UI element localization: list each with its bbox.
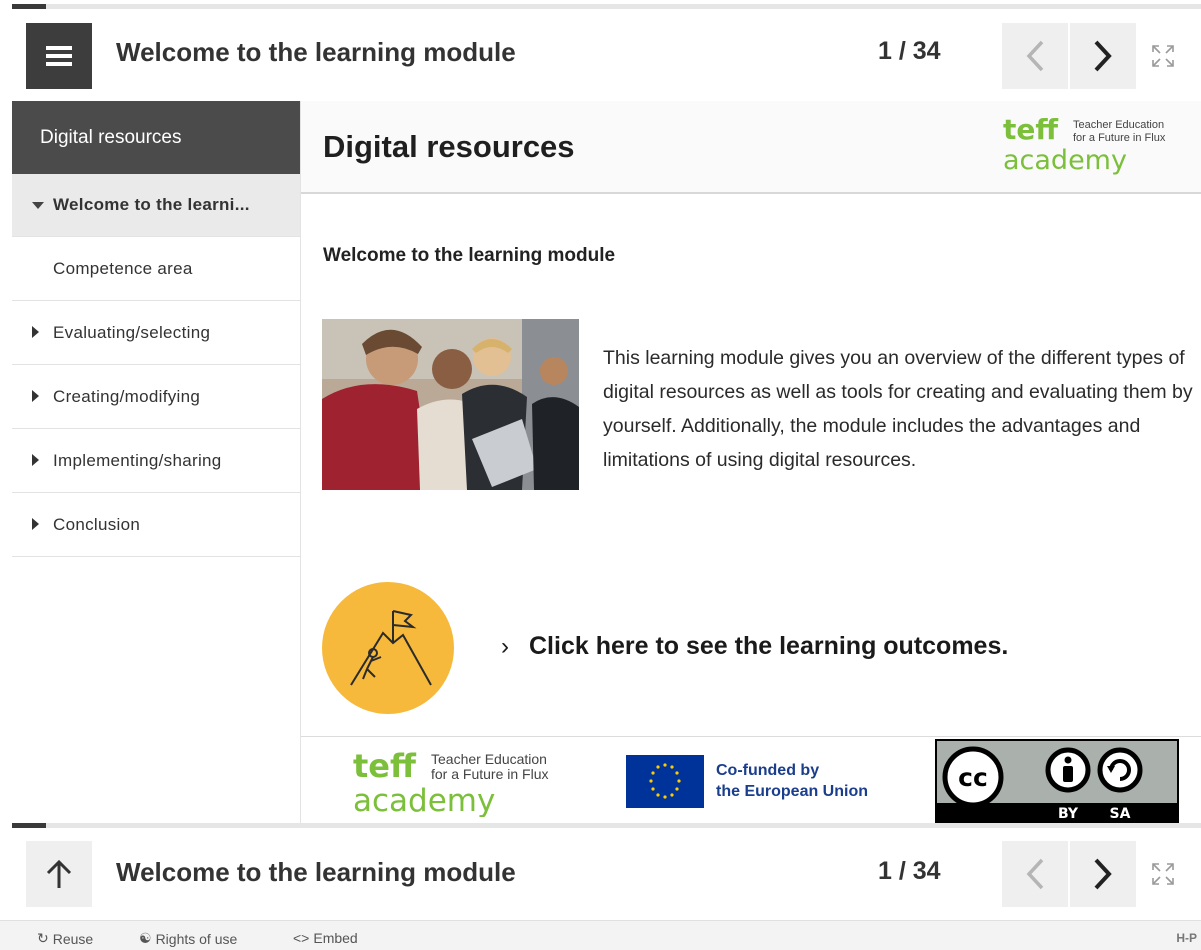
- main-content: Digital resources teff Teacher Education…: [301, 101, 1201, 823]
- next-page-button[interactable]: [1070, 23, 1136, 89]
- svg-text:Teacher Education: Teacher Education: [1073, 119, 1164, 131]
- bottom-navigation-bar: Welcome to the learning module 1 / 34: [12, 823, 1201, 920]
- sidebar-heading[interactable]: Digital resources: [12, 101, 300, 174]
- scroll-to-top-button[interactable]: [26, 841, 92, 907]
- sidebar-item-label: Welcome to the learni...: [53, 195, 250, 214]
- svg-text:cc: cc: [958, 763, 988, 792]
- rights-label: Rights of use: [155, 930, 238, 947]
- svg-text:for a Future in Flux: for a Future in Flux: [1073, 132, 1166, 144]
- sidebar-item-evaluating[interactable]: Evaluating/selecting: [12, 301, 300, 365]
- triangle-right-icon: [32, 451, 46, 471]
- previous-page-button[interactable]: [1002, 23, 1068, 89]
- progress-track: [12, 823, 1201, 828]
- partner-logos: teff Teacher Education for a Future in F…: [301, 736, 1201, 823]
- arrow-up-icon: [46, 859, 72, 888]
- teff-academy-footer-logo: teff Teacher Education for a Future in F…: [353, 745, 593, 819]
- learning-outcomes-label: Click here to see the learning outcomes.: [529, 632, 1009, 660]
- fullscreen-icon: [1152, 45, 1174, 67]
- sidebar-item-implementing[interactable]: Implementing/sharing: [12, 429, 300, 493]
- sidebar-item-label: Implementing/sharing: [53, 450, 222, 470]
- progress-fill: [12, 823, 47, 828]
- fullscreen-button[interactable]: [1138, 841, 1188, 907]
- chevron-right-icon: ›: [501, 633, 509, 660]
- top-navigation-bar: Welcome to the learning module 1 / 34: [12, 0, 1201, 101]
- sidebar-item-label: Evaluating/selecting: [53, 322, 211, 342]
- chevron-left-icon: [1026, 858, 1044, 890]
- sidebar-item-label: Competence area: [53, 258, 193, 278]
- section-heading: Welcome to the learning module: [323, 245, 616, 266]
- footer-page-counter: 1 / 34: [878, 857, 941, 885]
- learning-outcomes-link[interactable]: › Click here to see the learning outcomes…: [501, 632, 1008, 661]
- triangle-right-icon: [32, 387, 46, 407]
- rights-icon: ☯: [139, 930, 152, 946]
- chapter-header: Digital resources teff Teacher Education…: [301, 101, 1201, 194]
- eu-flag-icon: [626, 755, 704, 808]
- reuse-label: Reuse: [52, 930, 94, 947]
- sidebar-item-label: Conclusion: [53, 514, 141, 534]
- menu-button[interactable]: [26, 23, 92, 89]
- chapter-title: Digital resources: [323, 129, 575, 164]
- sidebar-item-conclusion[interactable]: Conclusion: [12, 493, 300, 557]
- previous-page-button[interactable]: [1002, 841, 1068, 907]
- triangle-right-icon: [32, 323, 46, 343]
- sidebar-item-label: Creating/modifying: [53, 386, 201, 406]
- menu-icon: [46, 46, 72, 66]
- progress-fill: [12, 4, 47, 9]
- svg-text:academy: academy: [1003, 145, 1127, 176]
- footer-page-title: Welcome to the learning module: [116, 857, 516, 887]
- svg-text:SA: SA: [1110, 806, 1131, 822]
- chevron-right-icon: [1094, 858, 1112, 890]
- embed-label: Embed: [313, 930, 358, 946]
- teff-academy-logo: teff Teacher Education for a Future in F…: [1001, 111, 1191, 177]
- eu-text-line1: Co-funded by: [716, 762, 820, 779]
- fullscreen-button[interactable]: [1138, 23, 1188, 89]
- triangle-right-icon: [32, 515, 46, 535]
- rights-of-use-action[interactable]: ☯ Rights of use: [139, 930, 237, 947]
- eu-cofunded-logo: Co-funded by the European Union: [626, 755, 926, 811]
- reuse-icon: ↻: [37, 930, 49, 946]
- eu-text-line2: the European Union: [716, 783, 868, 800]
- reuse-action[interactable]: ↻ Reuse: [37, 930, 93, 947]
- eu-cofunded-text: Co-funded by the European Union: [716, 760, 868, 802]
- triangle-down-icon: [32, 195, 46, 215]
- intro-paragraph: This learning module gives you an overvi…: [603, 347, 1193, 471]
- fullscreen-icon: [1152, 863, 1174, 885]
- cc-by-sa-license-badge: cc BY SA: [935, 739, 1179, 823]
- page-counter: 1 / 34: [878, 37, 941, 65]
- sidebar-item-welcome[interactable]: Welcome to the learni...: [12, 174, 300, 237]
- table-of-contents-sidebar: Digital resources Welcome to the learni.…: [12, 101, 301, 823]
- svg-text:academy: academy: [353, 783, 495, 817]
- students-laptop-photo: [322, 319, 579, 490]
- svg-text:BY: BY: [1058, 806, 1079, 822]
- chevron-right-icon: [1094, 40, 1112, 72]
- embed-action[interactable]: <> Embed: [293, 930, 358, 946]
- svg-text:Teacher Education: Teacher Education: [431, 751, 547, 767]
- svg-text:for a Future in Flux: for a Future in Flux: [431, 766, 549, 782]
- h5p-actions-bar: ↻ Reuse ☯ Rights of use <> Embed H-P: [0, 920, 1201, 950]
- progress-track: [12, 4, 1201, 9]
- embed-icon: <>: [293, 930, 310, 946]
- chevron-left-icon: [1026, 40, 1044, 72]
- page-title: Welcome to the learning module: [116, 37, 516, 67]
- next-page-button[interactable]: [1070, 841, 1136, 907]
- h5p-logo[interactable]: H-P: [1176, 931, 1197, 945]
- sidebar-item-competence-area[interactable]: Competence area: [12, 237, 300, 301]
- svg-text:teff: teff: [353, 747, 417, 785]
- svg-text:teff: teff: [1003, 113, 1058, 146]
- mountain-flag-icon[interactable]: [322, 582, 454, 714]
- sidebar-item-creating[interactable]: Creating/modifying: [12, 365, 300, 429]
